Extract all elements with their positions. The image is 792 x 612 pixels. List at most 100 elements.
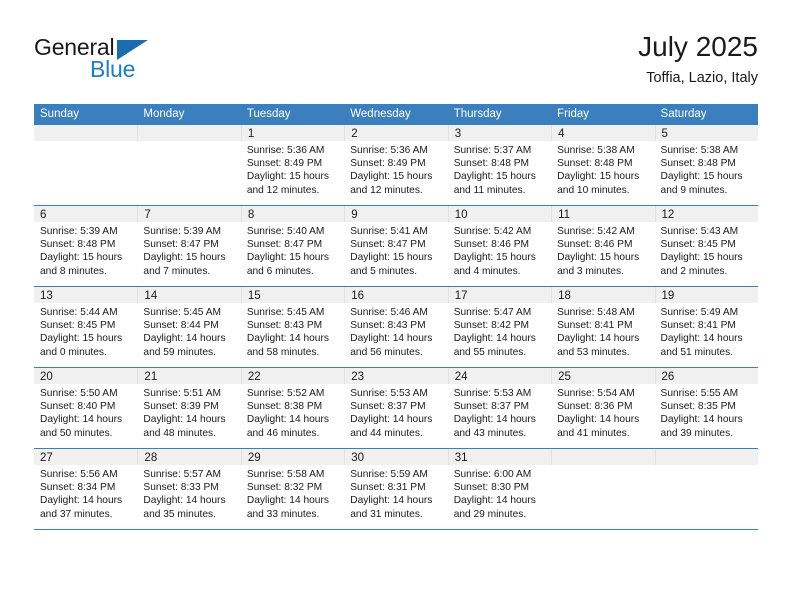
- calendar-day-cell[interactable]: 26 Sunrise: 5:55 AM Sunset: 8:35 PM Dayligh…: [654, 367, 758, 449]
- calendar-table: Sunday Monday Tuesday Wednesday Thursday…: [34, 104, 758, 530]
- daylight-text-line2: and 2 minutes.: [660, 265, 728, 277]
- sunset-text: Sunset: 8:48 PM: [660, 158, 736, 170]
- day-details: Sunrise: 6:00 AM Sunset: 8:30 PM Daylight:…: [448, 465, 551, 521]
- calendar-day-cell[interactable]: 27 Sunrise: 5:56 AM Sunset: 8:34 PM Dayligh…: [34, 448, 138, 530]
- day-number: [34, 125, 138, 141]
- sunset-text: Sunset: 8:48 PM: [40, 239, 116, 251]
- daylight-text-line2: and 33 minutes.: [246, 508, 320, 520]
- daylight-text-line2: and 31 minutes.: [350, 508, 423, 520]
- day-details: Sunrise: 5:39 AM Sunset: 8:48 PM Daylight:…: [34, 222, 137, 278]
- sunrise-text: Sunrise: 5:56 AM: [40, 469, 118, 480]
- day-details: Sunrise: 5:57 AM Sunset: 8:33 PM Daylight:…: [137, 465, 240, 521]
- day-number: 8: [240, 206, 345, 222]
- calendar-day-cell[interactable]: 15 Sunrise: 5:45 AM Sunset: 8:43 PM Dayligh…: [240, 286, 345, 368]
- day-details: Sunrise: 5:59 AM Sunset: 8:31 PM Daylight:…: [344, 465, 447, 521]
- calendar-day-cell[interactable]: 16 Sunrise: 5:46 AM Sunset: 8:43 PM Dayligh…: [344, 286, 448, 368]
- day-number: 14: [137, 287, 241, 303]
- calendar-day-cell[interactable]: 13 Sunrise: 5:44 AM Sunset: 8:45 PM Dayligh…: [34, 286, 138, 368]
- daylight-text-line2: and 59 minutes.: [143, 346, 216, 358]
- day-number: 17: [447, 287, 552, 303]
- calendar-day-cell[interactable]: 30 Sunrise: 5:59 AM Sunset: 8:31 PM Dayligh…: [344, 448, 448, 530]
- daylight-text-line1: Daylight: 15 hours: [246, 171, 329, 183]
- sunset-text: Sunset: 8:48 PM: [557, 158, 633, 170]
- day-number: 16: [344, 287, 448, 303]
- calendar-day-cell[interactable]: 10 Sunrise: 5:42 AM Sunset: 8:46 PM Dayligh…: [447, 205, 552, 287]
- day-number: 15: [240, 287, 345, 303]
- sunset-text: Sunset: 8:30 PM: [453, 482, 530, 494]
- calendar-day-cell[interactable]: 24 Sunrise: 5:53 AM Sunset: 8:37 PM Dayligh…: [447, 367, 552, 449]
- day-details: Sunrise: 5:47 AM Sunset: 8:42 PM Daylight:…: [448, 303, 551, 359]
- calendar-day-cell[interactable]: 31 Sunrise: 6:00 AM Sunset: 8:30 PM Dayligh…: [447, 448, 552, 530]
- day-details: Sunrise: 5:40 AM Sunset: 8:47 PM Daylight:…: [241, 222, 344, 278]
- daylight-text-line1: Daylight: 15 hours: [660, 171, 743, 183]
- calendar-day-cell[interactable]: 1 Sunrise: 5:36 AM Sunset: 8:49 PM Daylight…: [240, 125, 345, 206]
- sunset-text: Sunset: 8:41 PM: [660, 320, 736, 332]
- calendar-day-cell[interactable]: 22 Sunrise: 5:52 AM Sunset: 8:38 PM Dayligh…: [240, 367, 345, 449]
- calendar-day-cell[interactable]: 11 Sunrise: 5:42 AM Sunset: 8:46 PM Dayligh…: [551, 205, 655, 287]
- calendar-week-row: 20 Sunrise: 5:50 AM Sunset: 8:40 PM Dayligh…: [34, 367, 758, 449]
- sunset-text: Sunset: 8:47 PM: [143, 239, 219, 251]
- calendar-day-cell[interactable]: 5 Sunrise: 5:38 AM Sunset: 8:48 PM Daylight…: [654, 125, 758, 206]
- daylight-text-line1: Daylight: 14 hours: [246, 333, 329, 345]
- daylight-text-line2: and 8 minutes.: [40, 265, 107, 277]
- sunrise-text: Sunrise: 5:51 AM: [143, 388, 222, 399]
- calendar-day-cell[interactable]: 29 Sunrise: 5:58 AM Sunset: 8:32 PM Dayligh…: [240, 448, 345, 530]
- sunrise-text: Sunrise: 5:53 AM: [453, 388, 532, 399]
- weekday-header-thursday: Thursday: [447, 104, 552, 125]
- logo-text-blue: Blue: [90, 56, 136, 82]
- daylight-text-line1: Daylight: 14 hours: [557, 333, 640, 345]
- day-details: Sunrise: 5:45 AM Sunset: 8:43 PM Daylight:…: [241, 303, 344, 359]
- calendar-day-cell[interactable]: 18 Sunrise: 5:48 AM Sunset: 8:41 PM Dayligh…: [551, 286, 655, 368]
- weekday-header-wednesday: Wednesday: [344, 104, 448, 125]
- calendar-day-cell[interactable]: 17 Sunrise: 5:47 AM Sunset: 8:42 PM Dayligh…: [447, 286, 552, 368]
- daylight-text-line1: Daylight: 15 hours: [453, 171, 536, 183]
- calendar-day-cell[interactable]: 28 Sunrise: 5:57 AM Sunset: 8:33 PM Dayligh…: [137, 448, 241, 530]
- daylight-text-line2: and 58 minutes.: [246, 346, 320, 358]
- day-number: [551, 449, 655, 465]
- weekday-header-row: Sunday Monday Tuesday Wednesday Thursday…: [34, 104, 758, 125]
- calendar-day-cell[interactable]: 21 Sunrise: 5:51 AM Sunset: 8:39 PM Dayligh…: [137, 367, 241, 449]
- calendar-day-cell[interactable]: 2 Sunrise: 5:36 AM Sunset: 8:49 PM Daylight…: [344, 125, 448, 206]
- sunrise-text: Sunrise: 5:52 AM: [246, 388, 325, 399]
- calendar-day-cell[interactable]: 8 Sunrise: 5:40 AM Sunset: 8:47 PM Daylight…: [240, 205, 345, 287]
- daylight-text-line2: and 5 minutes.: [350, 265, 418, 277]
- sunset-text: Sunset: 8:40 PM: [40, 401, 116, 413]
- daylight-text-line1: Daylight: 14 hours: [660, 333, 743, 345]
- daylight-text-line1: Daylight: 15 hours: [350, 171, 433, 183]
- calendar-day-cell[interactable]: 4 Sunrise: 5:38 AM Sunset: 8:48 PM Daylight…: [551, 125, 655, 206]
- day-details: Sunrise: 5:51 AM Sunset: 8:39 PM Daylight:…: [137, 384, 240, 440]
- sunset-text: Sunset: 8:34 PM: [40, 482, 116, 494]
- daylight-text-line2: and 12 minutes.: [246, 184, 320, 196]
- calendar-day-cell[interactable]: 14 Sunrise: 5:45 AM Sunset: 8:44 PM Dayligh…: [137, 286, 241, 368]
- sunrise-text: Sunrise: 5:45 AM: [246, 307, 325, 318]
- day-number: 20: [34, 368, 138, 384]
- daylight-text-line2: and 9 minutes.: [660, 184, 728, 196]
- day-number: 3: [447, 125, 552, 141]
- daylight-text-line1: Daylight: 15 hours: [246, 252, 329, 264]
- calendar-day-cell[interactable]: 6 Sunrise: 5:39 AM Sunset: 8:48 PM Daylight…: [34, 205, 138, 287]
- calendar-day-cell[interactable]: 23 Sunrise: 5:53 AM Sunset: 8:37 PM Dayligh…: [344, 367, 448, 449]
- daylight-text-line2: and 53 minutes.: [557, 346, 630, 358]
- calendar-day-cell[interactable]: 9 Sunrise: 5:41 AM Sunset: 8:47 PM Daylight…: [344, 205, 448, 287]
- daylight-text-line2: and 29 minutes.: [453, 508, 527, 520]
- calendar-day-cell[interactable]: 7 Sunrise: 5:39 AM Sunset: 8:47 PM Daylight…: [137, 205, 241, 287]
- sunrise-text: Sunrise: 5:59 AM: [350, 469, 428, 480]
- daylight-text-line1: Daylight: 14 hours: [143, 414, 226, 426]
- weekday-header-friday: Friday: [551, 104, 655, 125]
- calendar-day-cell[interactable]: 20 Sunrise: 5:50 AM Sunset: 8:40 PM Dayligh…: [34, 367, 138, 449]
- calendar-week-row: 1 Sunrise: 5:36 AM Sunset: 8:49 PM Daylight…: [34, 125, 758, 206]
- sunset-text: Sunset: 8:48 PM: [453, 158, 530, 170]
- calendar-day-cell[interactable]: 12 Sunrise: 5:43 AM Sunset: 8:45 PM Dayligh…: [654, 205, 758, 287]
- calendar-day-cell[interactable]: 3 Sunrise: 5:37 AM Sunset: 8:48 PM Daylight…: [447, 125, 552, 206]
- calendar-day-cell[interactable]: 19 Sunrise: 5:49 AM Sunset: 8:41 PM Dayligh…: [654, 286, 758, 368]
- sunrise-text: Sunrise: 5:58 AM: [246, 469, 325, 480]
- day-details: Sunrise: 5:46 AM Sunset: 8:43 PM Daylight:…: [344, 303, 447, 359]
- day-details: Sunrise: 5:36 AM Sunset: 8:49 PM Daylight:…: [241, 141, 344, 197]
- calendar-day-cell[interactable]: 25 Sunrise: 5:54 AM Sunset: 8:36 PM Dayligh…: [551, 367, 655, 449]
- day-number: 5: [654, 125, 758, 141]
- weekday-header-saturday: Saturday: [654, 104, 758, 125]
- sunrise-text: Sunrise: 5:37 AM: [453, 145, 532, 156]
- daylight-text-line1: Daylight: 14 hours: [143, 333, 226, 345]
- daylight-text-line2: and 10 minutes.: [557, 184, 630, 196]
- sunrise-text: Sunrise: 5:54 AM: [557, 388, 635, 399]
